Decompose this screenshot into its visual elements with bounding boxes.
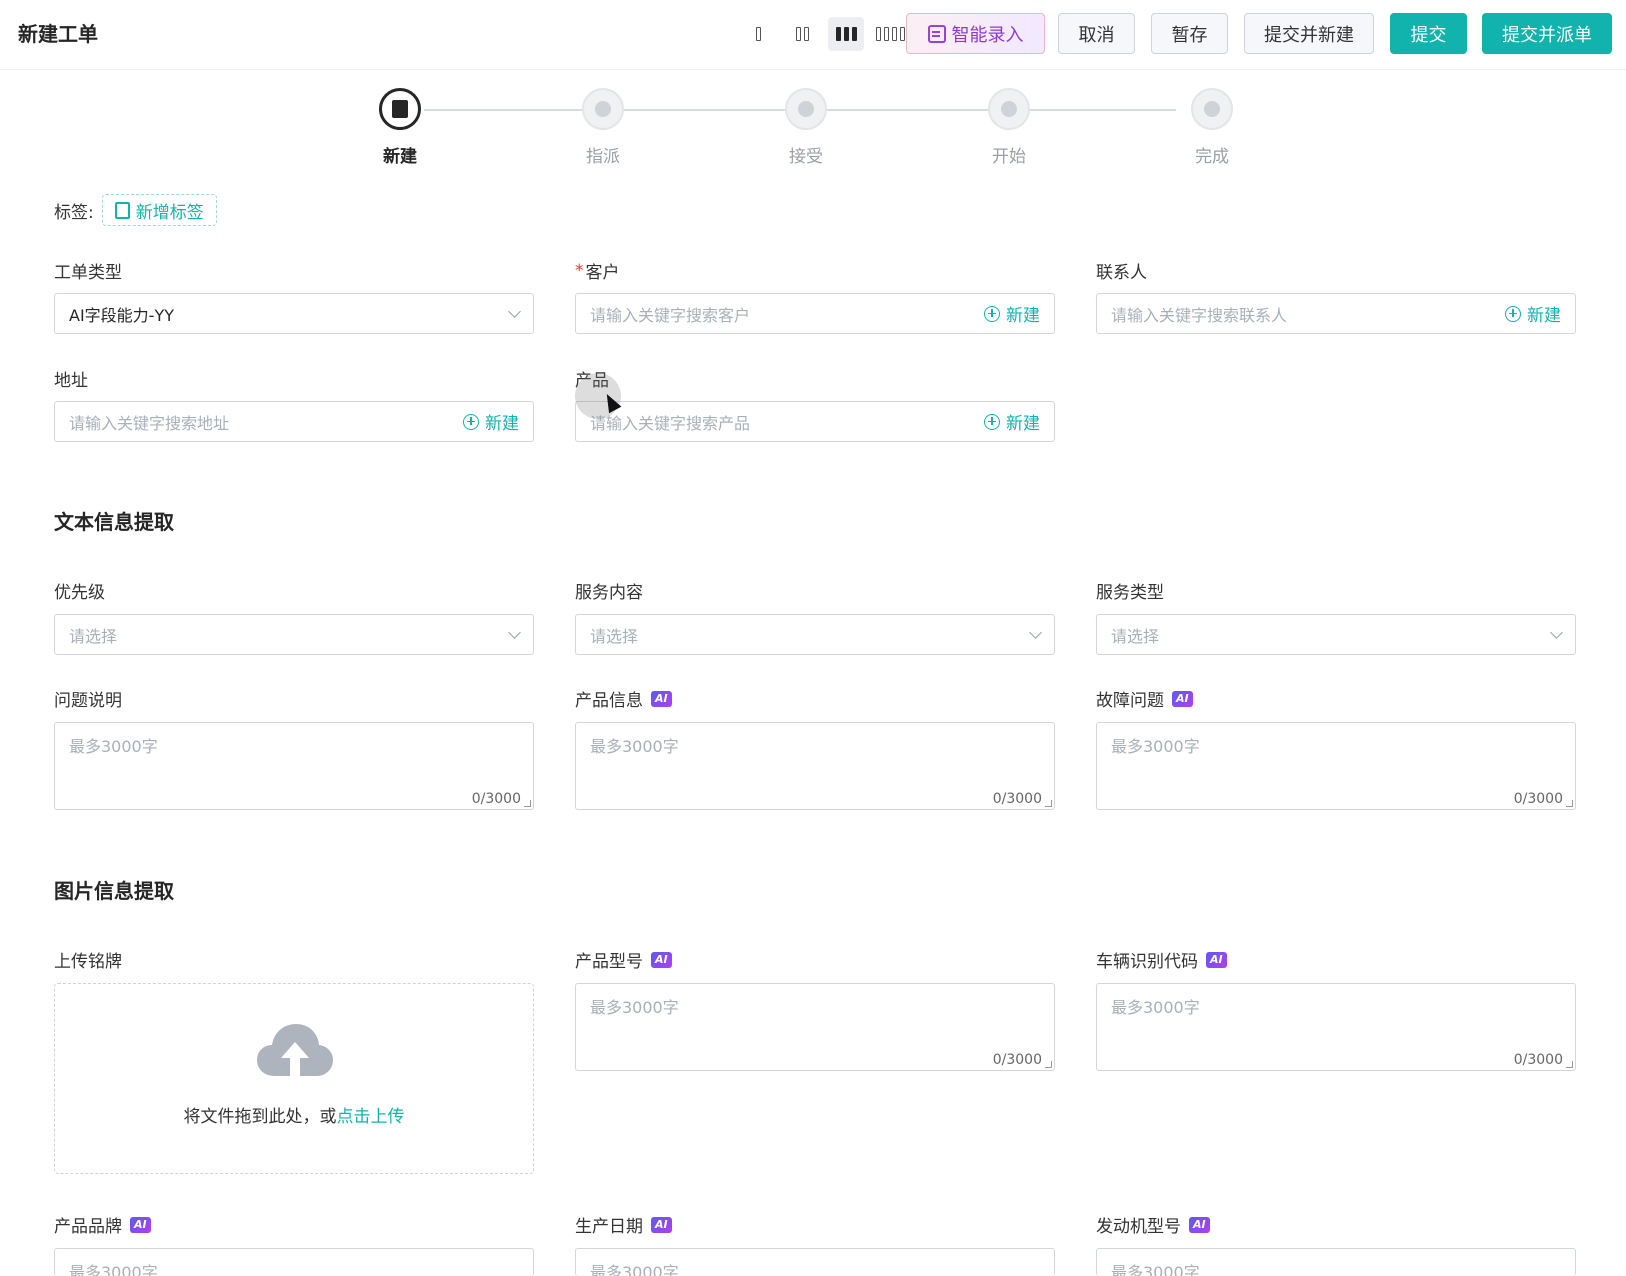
click-upload-link[interactable]: 点击上传 (337, 1107, 405, 1127)
play-icon (988, 88, 1030, 130)
mfg-date-label: 生产日期 AI (575, 1212, 672, 1237)
save-draft-button[interactable]: 暂存 (1151, 13, 1228, 54)
new-step-icon (379, 88, 421, 130)
step-new: 新建 (360, 88, 440, 167)
service-content-label: 服务内容 (575, 583, 643, 603)
contact-search-input[interactable]: 请输入关键字搜索联系人 新建 (1096, 293, 1576, 334)
product-model-label: 产品型号 AI (575, 947, 672, 972)
chevron-down-icon (508, 304, 521, 318)
tag-label: 标签: (54, 202, 94, 223)
char-count: 0/3000 (1513, 1052, 1563, 1068)
layout-3-column-button[interactable] (828, 17, 864, 51)
add-tag-button[interactable]: 新增标签 (101, 194, 217, 226)
progress-steps: 新建 指派 接受 开始 完成 (360, 88, 1240, 168)
cancel-button[interactable]: 取消 (1058, 13, 1135, 54)
engine-model-label: 发动机型号 AI (1096, 1212, 1210, 1237)
layout-2-column-button[interactable] (784, 17, 820, 51)
column-layout-switcher (740, 17, 908, 51)
check-icon (1191, 88, 1233, 130)
chevron-down-icon (1029, 625, 1042, 639)
product-brand-label: 产品品牌 AI (54, 1212, 151, 1237)
ai-badge-icon: AI (1206, 951, 1227, 968)
service-type-label: 服务类型 (1096, 583, 1164, 603)
step-accept: 接受 (766, 88, 846, 167)
text-extraction-section-title: 文本信息提取 (54, 510, 174, 534)
ai-badge-icon: AI (651, 690, 672, 707)
upload-nameplate-label: 上传铭牌 (54, 952, 122, 972)
smart-entry-button[interactable]: 智能录入 (906, 13, 1045, 54)
cloud-upload-icon (257, 1024, 333, 1076)
ai-badge-icon: AI (651, 1216, 672, 1233)
issue-desc-textarea[interactable]: 最多3000字 0/3000 (54, 722, 534, 810)
chevron-down-icon (1550, 625, 1563, 639)
fault-textarea[interactable]: 最多3000字 0/3000 (1096, 722, 1576, 810)
resize-handle-icon[interactable] (1566, 800, 1573, 807)
chevron-down-icon (508, 625, 521, 639)
submit-and-dispatch-button[interactable]: 提交并派单 (1482, 13, 1612, 54)
step-start: 开始 (969, 88, 1049, 167)
product-info-textarea[interactable]: 最多3000字 0/3000 (575, 722, 1055, 810)
ticket-type-select[interactable]: AI字段能力-YY (54, 293, 534, 334)
smart-entry-icon (927, 24, 946, 43)
required-mark: * (575, 260, 584, 281)
product-brand-textarea[interactable]: 最多3000字 (54, 1248, 534, 1276)
char-count: 0/3000 (992, 1052, 1042, 1068)
contact-label: 联系人 (1096, 263, 1147, 283)
resize-handle-icon[interactable] (524, 800, 531, 807)
vin-textarea[interactable]: 最多3000字 0/3000 (1096, 983, 1576, 1071)
submit-button[interactable]: 提交 (1390, 13, 1467, 54)
customer-label: * 客户 (575, 260, 620, 284)
ai-badge-icon: AI (651, 951, 672, 968)
new-customer-button[interactable]: 新建 (984, 301, 1040, 326)
issue-desc-label: 问题说明 (54, 691, 122, 711)
tag-icon (114, 201, 130, 219)
user-icon (582, 88, 624, 130)
ai-badge-icon: AI (130, 1216, 151, 1233)
resize-handle-icon[interactable] (1566, 1061, 1573, 1068)
submit-and-new-button[interactable]: 提交并新建 (1244, 13, 1374, 54)
plus-circle-icon (463, 413, 479, 430)
resize-handle-icon[interactable] (1045, 800, 1052, 807)
service-type-select[interactable]: 请选择 (1096, 614, 1576, 655)
step-assign: 指派 (563, 88, 643, 167)
layout-1-column-button[interactable] (740, 17, 776, 51)
ai-badge-icon: AI (1189, 1216, 1210, 1233)
char-count: 0/3000 (471, 791, 521, 807)
resize-handle-icon[interactable] (1045, 1061, 1052, 1068)
product-search-input[interactable]: 请输入关键字搜索产品 新建 (575, 401, 1055, 442)
ticket-type-label: 工单类型 (54, 263, 122, 283)
address-search-input[interactable]: 请输入关键字搜索地址 新建 (54, 401, 534, 442)
fault-label: 故障问题 AI (1096, 686, 1193, 711)
top-bar: 新建工单 智能录入 取消 暂存 提交并新建 提交 提交并派单 (0, 0, 1626, 70)
new-product-button[interactable]: 新建 (984, 409, 1040, 434)
product-model-textarea[interactable]: 最多3000字 0/3000 (575, 983, 1055, 1071)
customer-search-input[interactable]: 请输入关键字搜索客户 新建 (575, 293, 1055, 334)
plus-circle-icon (1505, 305, 1521, 322)
page-title: 新建工单 (18, 22, 98, 46)
char-count: 0/3000 (992, 791, 1042, 807)
image-extraction-section-title: 图片信息提取 (54, 879, 174, 903)
mfg-date-textarea[interactable]: 最多3000字 (575, 1248, 1055, 1276)
new-address-button[interactable]: 新建 (463, 409, 519, 434)
char-count: 0/3000 (1513, 791, 1563, 807)
address-label: 地址 (54, 371, 88, 391)
plus-circle-icon (984, 305, 1000, 322)
engine-model-textarea[interactable]: 最多3000字 (1096, 1248, 1576, 1276)
ai-badge-icon: AI (1172, 690, 1193, 707)
vin-label: 车辆识别代码 AI (1096, 947, 1227, 972)
new-contact-button[interactable]: 新建 (1505, 301, 1561, 326)
step-complete: 完成 (1172, 88, 1252, 167)
service-content-select[interactable]: 请选择 (575, 614, 1055, 655)
priority-select[interactable]: 请选择 (54, 614, 534, 655)
product-info-label: 产品信息 AI (575, 686, 672, 711)
tag-row: 标签: 新增标签 (54, 194, 217, 226)
nameplate-upload-dropzone[interactable]: 将文件拖到此处，或点击上传 (54, 983, 534, 1174)
accept-icon (785, 88, 827, 130)
priority-label: 优先级 (54, 583, 105, 603)
layout-4-column-button[interactable] (872, 17, 908, 51)
plus-circle-icon (984, 413, 1000, 430)
